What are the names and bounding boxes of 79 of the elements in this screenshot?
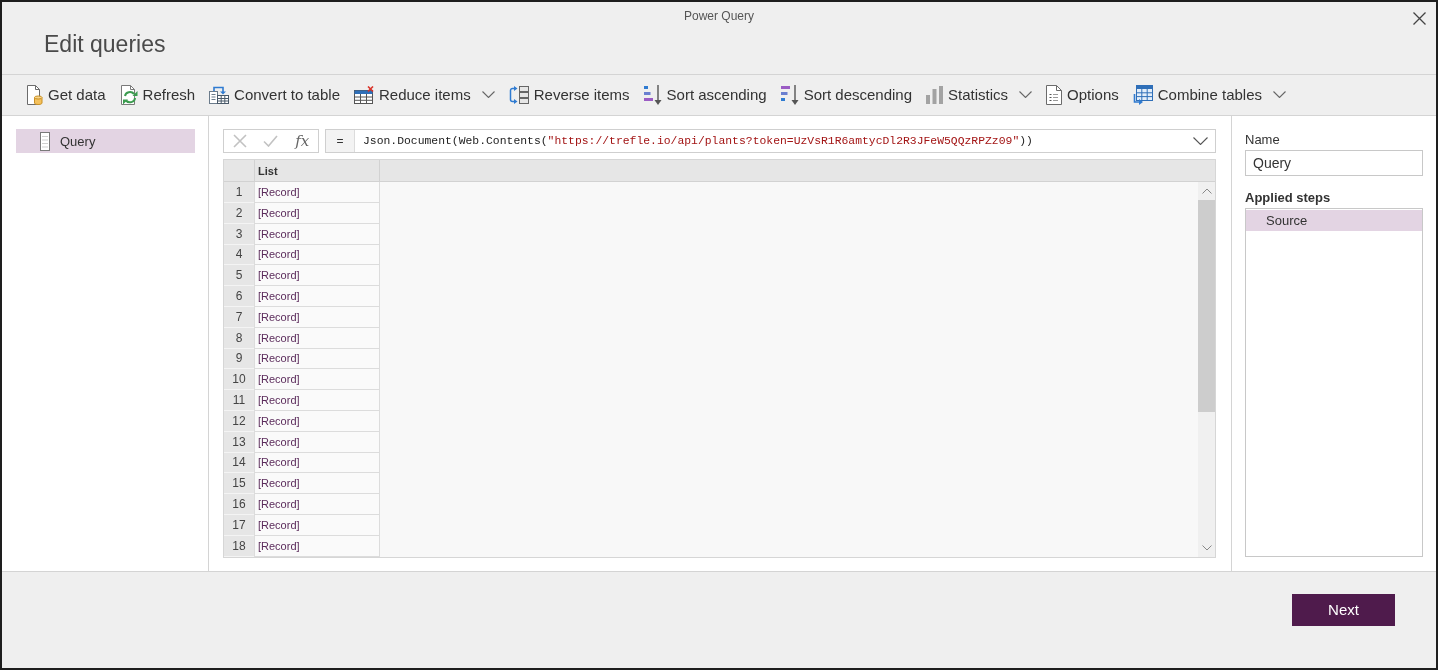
formula-field[interactable]: = Json.Document(Web.Contents("https://trefle.io/api/plants?token=UzVsR1R6amtycDl2R3JFeW5QQzRPZz09")) — [325, 129, 1216, 154]
row-number: 18 — [224, 535, 254, 557]
sort-descending-icon — [780, 84, 799, 105]
row-number: 13 — [224, 431, 254, 453]
name-field[interactable]: Query — [1245, 150, 1423, 177]
column-header[interactable]: List — [254, 160, 380, 182]
close-icon — [1412, 11, 1426, 25]
table-cell[interactable]: [Record] — [254, 473, 380, 495]
table-cell[interactable]: [Record] — [254, 327, 380, 349]
toolbar-button[interactable]: Refresh — [119, 80, 196, 109]
toolbar-button[interactable]: Reduce items — [354, 80, 495, 109]
table-cell[interactable]: [Record] — [254, 494, 380, 515]
equals-label: = — [326, 130, 355, 153]
check-icon — [263, 135, 279, 148]
table-cell[interactable]: [Record] — [254, 431, 380, 453]
row-number: 2 — [224, 202, 254, 224]
applied-steps-label: Applied steps — [1245, 190, 1331, 207]
chevron-down-icon — [1192, 137, 1208, 146]
table-cell[interactable]: [Record] — [254, 286, 380, 307]
toolbar-button[interactable]: Get data — [25, 80, 106, 109]
table-arrow-icon — [1132, 84, 1153, 105]
chevron-down-icon — [1201, 544, 1212, 551]
row-number: 7 — [224, 306, 254, 328]
row-number: 16 — [224, 494, 254, 515]
query-item[interactable]: Query — [16, 129, 195, 154]
dialog-heading: Edit queries — [44, 30, 166, 58]
row-number: 12 — [224, 410, 254, 432]
table-arrow-icon — [209, 85, 230, 104]
row-number: 14 — [224, 452, 254, 474]
document-list-icon — [1046, 84, 1063, 105]
table-cell[interactable]: [Record] — [254, 306, 380, 328]
close-button[interactable] — [1411, 10, 1427, 26]
row-number: 11 — [224, 390, 254, 411]
table-cell[interactable]: [Record] — [254, 410, 380, 432]
document-refresh-icon — [119, 84, 138, 105]
row-number: 9 — [224, 348, 254, 370]
toolbar-button[interactable]: Statistics — [926, 80, 1033, 109]
cross-icon — [232, 134, 247, 149]
table-cell[interactable]: [Record] — [254, 265, 380, 287]
row-number: 3 — [224, 223, 254, 245]
row-number: 1 — [224, 182, 254, 203]
bar-chart-icon — [926, 85, 944, 104]
table-cell[interactable]: [Record] — [254, 369, 380, 391]
toolbar-button[interactable]: Reverse items — [508, 80, 630, 109]
row-number: 10 — [224, 369, 254, 391]
table-cell[interactable]: [Record] — [254, 514, 380, 536]
step-item[interactable]: Source — [1246, 210, 1422, 232]
window-title: Power Query — [684, 9, 754, 23]
row-number: 5 — [224, 265, 254, 287]
document-database-icon — [25, 84, 43, 105]
toolbar-button[interactable]: Sort ascending — [643, 80, 767, 109]
row-number: 6 — [224, 286, 254, 307]
row-number: 17 — [224, 514, 254, 536]
table-delete-icon — [354, 85, 374, 104]
table-cell[interactable]: [Record] — [254, 223, 380, 245]
insert-function-button[interactable]: fx — [286, 130, 318, 153]
table-cell[interactable]: [Record] — [254, 244, 380, 266]
table-cell[interactable]: [Record] — [254, 348, 380, 370]
row-number: 15 — [224, 473, 254, 495]
vertical-scrollbar[interactable] — [1198, 182, 1215, 557]
table-icon — [40, 131, 50, 151]
table-cell[interactable]: [Record] — [254, 182, 380, 203]
toolbar-button[interactable]: Options — [1046, 80, 1119, 109]
table-cell[interactable]: [Record] — [254, 452, 380, 474]
toolbar-button[interactable]: Combine tables — [1132, 80, 1286, 109]
formula-text: Json.Document(Web.Contents("https://trefle.io/api/plants?token=UzVsR1R6amtycDl2R3JFeW5QQzRPZz09")) — [362, 135, 1034, 148]
row-number: 4 — [224, 244, 254, 266]
reverse-arrows-icon — [508, 85, 529, 104]
toolbar-button[interactable]: Convert to table — [209, 80, 340, 109]
table-cell[interactable]: [Record] — [254, 202, 380, 224]
toolbar-button[interactable]: Sort descending — [780, 80, 913, 109]
table-cell[interactable]: [Record] — [254, 390, 380, 411]
chevron-up-icon — [1201, 188, 1212, 195]
name-label: Name — [1245, 132, 1280, 149]
table-cell[interactable]: [Record] — [254, 535, 380, 557]
next-button[interactable]: Next — [1292, 593, 1395, 626]
row-number: 8 — [224, 327, 254, 349]
sort-ascending-icon — [643, 84, 662, 105]
scrollbar-thumb[interactable] — [1198, 200, 1215, 413]
